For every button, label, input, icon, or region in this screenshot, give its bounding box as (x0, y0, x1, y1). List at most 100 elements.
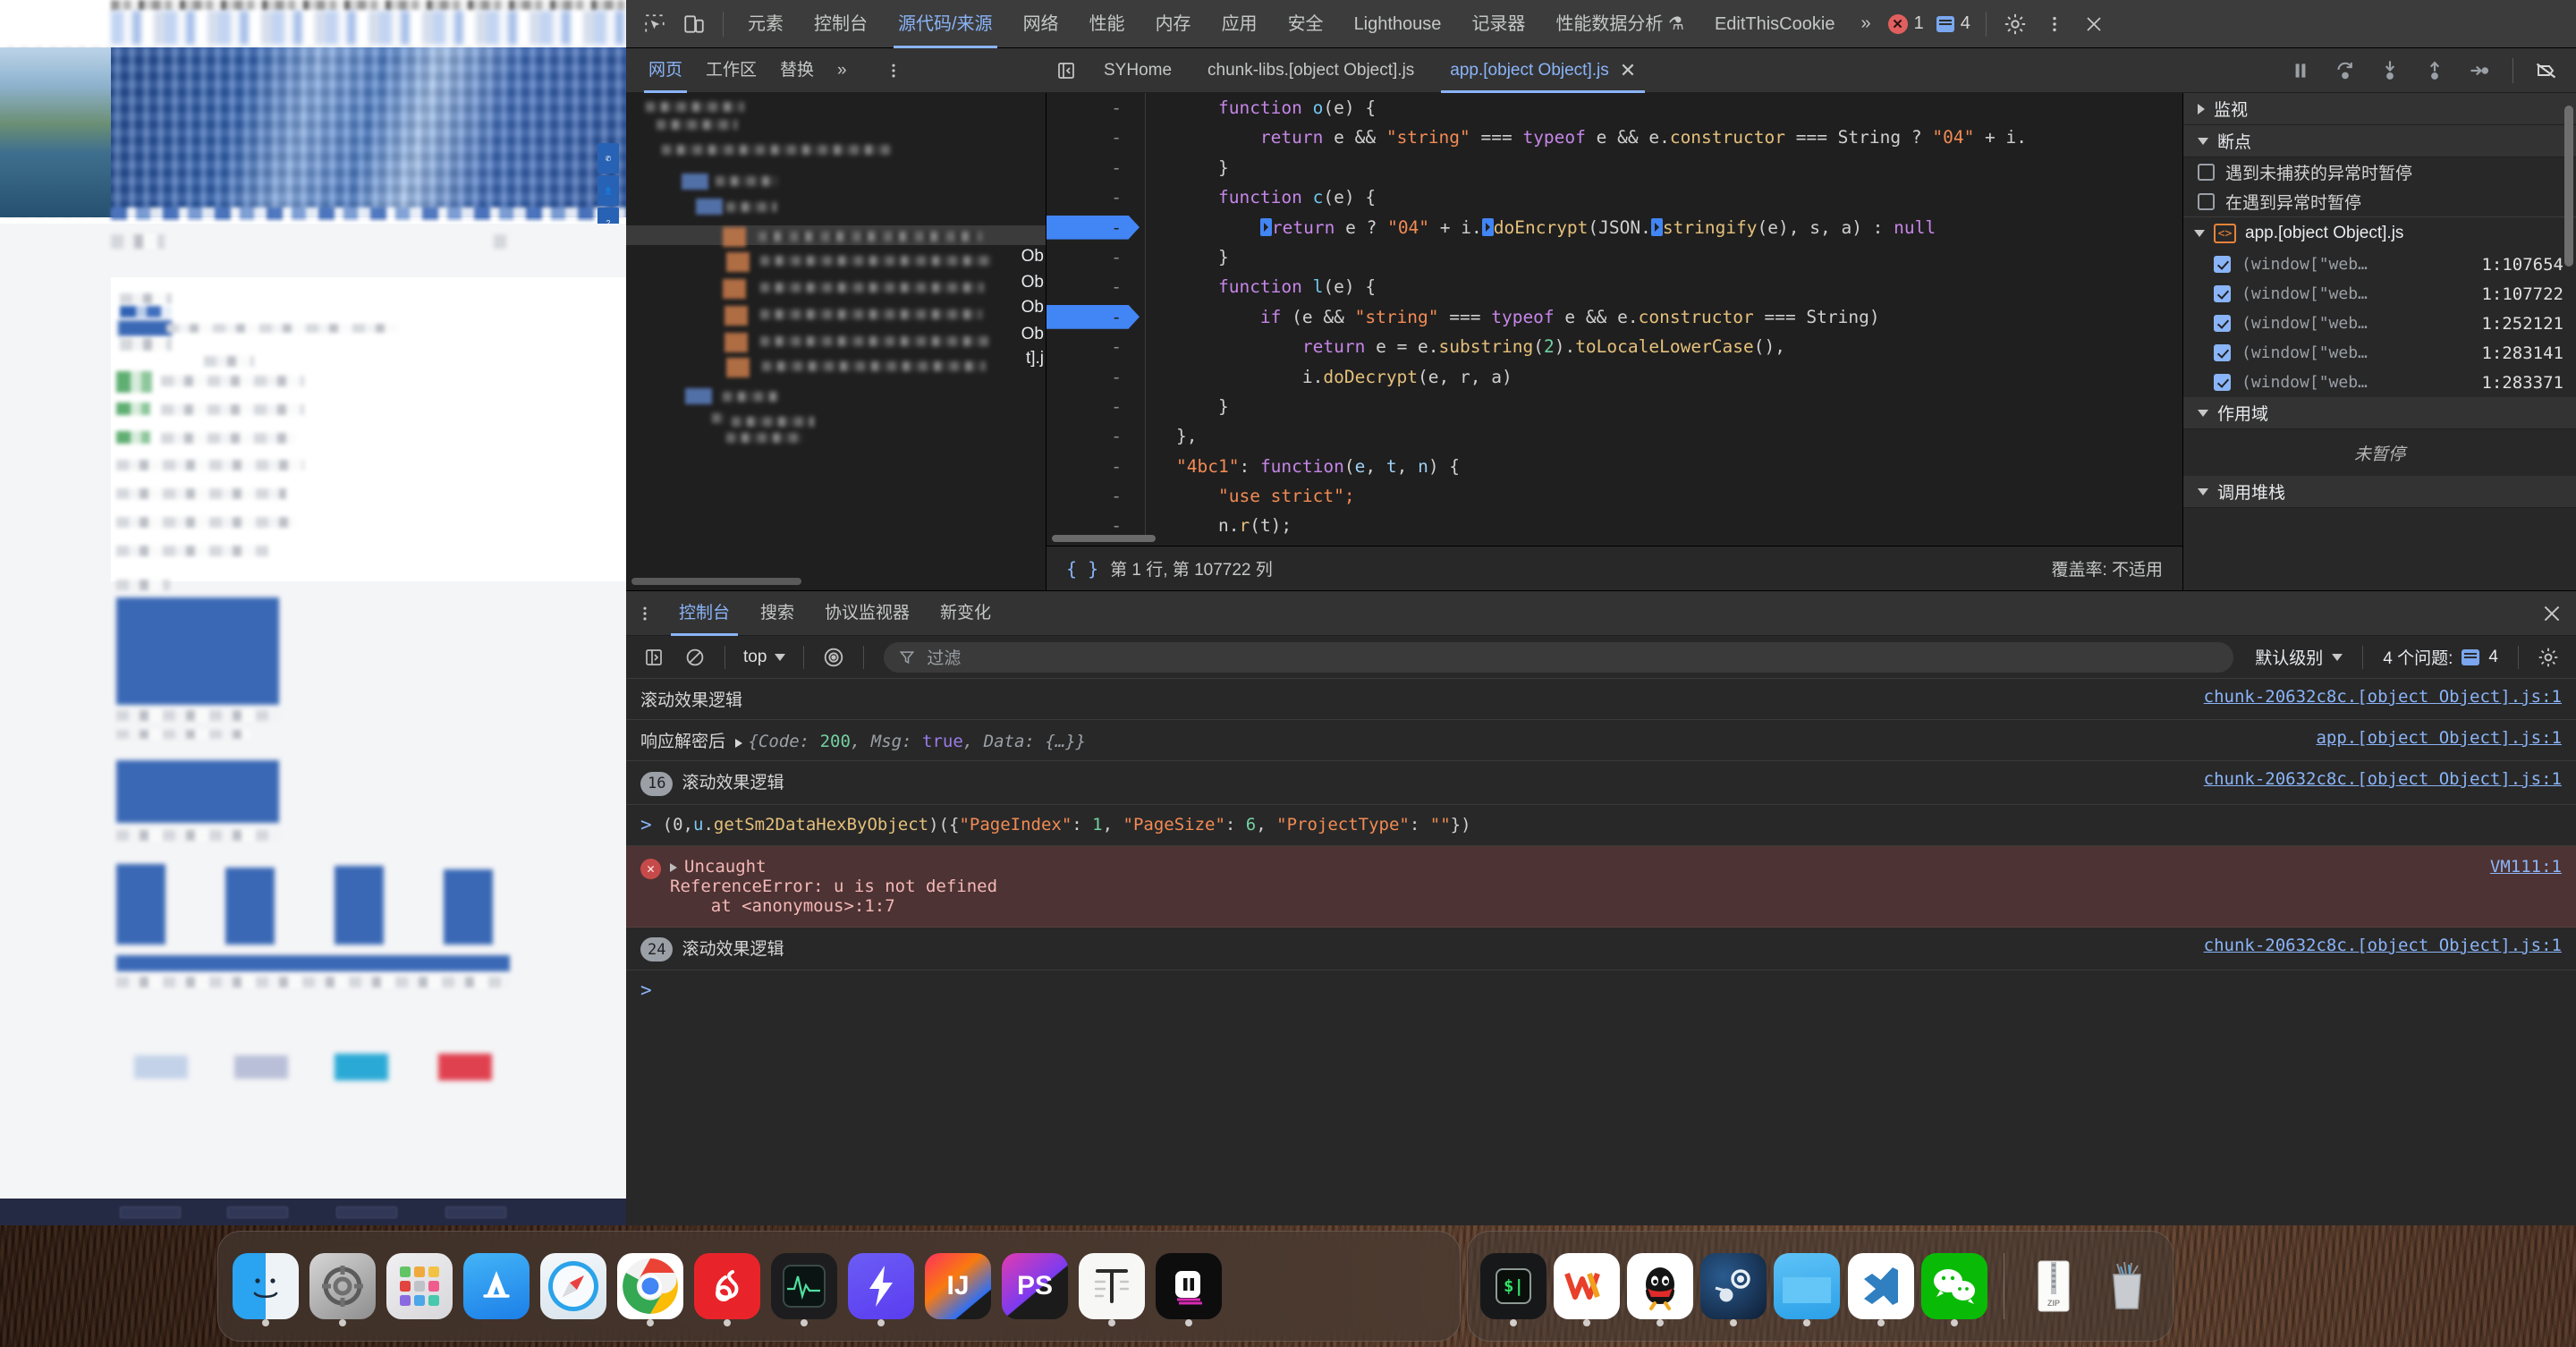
navigator-more-icon[interactable] (875, 51, 912, 90)
breakpoint-file-row[interactable]: <> app.[object Object].js (2183, 217, 2576, 250)
dock-left[interactable]: IJ PS (217, 1231, 1461, 1342)
expand-arrow-icon[interactable] (735, 739, 743, 748)
file-tab-1[interactable]: chunk-libs.[object Object].js (1190, 48, 1432, 93)
sidebar-phone-button[interactable]: ✆ (597, 143, 619, 174)
dock-item-safari[interactable] (538, 1243, 608, 1329)
browser-page-content[interactable]: ✆ 👤 ? (0, 0, 626, 1225)
breakpoint-checkbox[interactable] (2214, 285, 2231, 302)
line-number-gutter[interactable]: --------------- (1046, 93, 1145, 541)
code-editor[interactable]: --------------- function o(e) { return e… (1046, 93, 2182, 590)
dock-item-qq[interactable] (1627, 1243, 1694, 1329)
breakpoint-checkbox[interactable] (2214, 315, 2231, 332)
breakpoints-section-header[interactable]: 断点 (2183, 125, 2576, 157)
gutter-line[interactable]: - (1046, 481, 1145, 511)
gutter-line[interactable]: - (1046, 213, 1145, 242)
log-level-selector[interactable]: 默认级别 (2246, 645, 2351, 669)
dock-right[interactable]: $| ZIP (1467, 1231, 2174, 1342)
dock-item-app-store[interactable] (462, 1243, 531, 1329)
tab-11[interactable]: EditThisCookie (1699, 0, 1851, 48)
gutter-line[interactable]: - (1046, 452, 1145, 481)
code-scroll-area[interactable]: --------------- function o(e) { return e… (1046, 93, 2182, 546)
dock-item-vs-code[interactable] (1847, 1243, 1914, 1329)
breakpoint-row[interactable]: (window["web… 1:107722 (2183, 279, 2576, 309)
pause-caught-row[interactable]: 在遇到异常时暂停 (2183, 187, 2576, 216)
log-object[interactable]: {Code: 200, Msg: true, Data: {…}} (748, 732, 1086, 751)
dock-item-finder[interactable] (231, 1243, 301, 1329)
tab-8[interactable]: Lighthouse (1339, 0, 1457, 48)
console-source-link[interactable]: chunk-20632c8c.[object Object].js:1 (2188, 769, 2562, 789)
step-out-button[interactable] (2414, 51, 2455, 90)
code-line[interactable]: "use strict"; (1176, 481, 2182, 511)
breakpoint-row[interactable]: (window["web… 1:252121 (2183, 309, 2576, 338)
tab-5[interactable]: 内存 (1140, 0, 1207, 48)
code-text[interactable]: function o(e) { return e && "string" ===… (1146, 93, 2182, 541)
code-line[interactable]: } (1176, 242, 2182, 272)
gutter-line[interactable]: - (1046, 182, 1145, 212)
pause-resume-button[interactable] (2280, 51, 2321, 90)
execution-context-selector[interactable]: top (736, 648, 792, 667)
gutter-line[interactable]: - (1046, 93, 1145, 123)
code-line[interactable]: } (1176, 392, 2182, 421)
gutter-line[interactable]: - (1046, 421, 1145, 451)
console-log-message[interactable]: 响应解密后 {Code: 200, Msg: true, Data: {…}} a… (626, 720, 2576, 761)
console-source-link[interactable]: app.[object Object].js:1 (2300, 728, 2562, 748)
dock-item-folder[interactable] (1774, 1243, 1841, 1329)
gutter-line[interactable]: - (1046, 272, 1145, 301)
pause-uncaught-checkbox[interactable] (2198, 164, 2215, 181)
drawer-kebab-icon[interactable] (626, 594, 664, 633)
tab-7[interactable]: 安全 (1273, 0, 1339, 48)
dock-item-trash[interactable] (2094, 1243, 2160, 1329)
drawer-tab-3[interactable]: 新变化 (925, 591, 1006, 636)
console-log-message[interactable]: 滚动效果逻辑 chunk-20632c8c.[object Object].js:… (626, 679, 2576, 720)
drawer-tab-2[interactable]: 协议监视器 (809, 591, 925, 636)
gear-icon[interactable] (1996, 4, 2035, 44)
dock-item-steam[interactable] (1700, 1243, 1767, 1329)
console-sidebar-icon[interactable] (635, 640, 673, 675)
breakpoint-row[interactable]: (window["web… 1:107654 (2183, 250, 2576, 279)
code-line[interactable]: return e ? "04" + i. doEncrypt(JSON. strin… (1176, 213, 2182, 242)
code-line[interactable]: "4bc1": function(e, t, n) { (1176, 452, 2182, 481)
gutter-line[interactable]: - (1046, 392, 1145, 421)
dock-item-obs-studio[interactable] (1154, 1243, 1224, 1329)
dock-item-intellij-idea[interactable]: IJ (923, 1243, 993, 1329)
gutter-line[interactable]: - (1046, 302, 1145, 332)
live-expression-icon[interactable] (815, 640, 852, 675)
close-icon[interactable] (2074, 4, 2114, 44)
gutter-line[interactable]: - (1046, 332, 1145, 361)
dock-item-activity-monitor[interactable] (769, 1243, 839, 1329)
pause-caught-checkbox[interactable] (2198, 193, 2215, 210)
console-source-link[interactable]: VM111:1 (2474, 857, 2562, 877)
gutter-line[interactable]: - (1046, 153, 1145, 182)
console-settings-gear-icon[interactable] (2529, 640, 2567, 675)
dock-item-wps-office[interactable] (1554, 1243, 1621, 1329)
show-navigator-icon[interactable] (1046, 51, 1086, 90)
breakpoint-checkbox[interactable] (2214, 256, 2231, 273)
file-tab-close-icon[interactable]: ✕ (1620, 48, 1636, 93)
file-tab-0[interactable]: SYHome (1086, 48, 1190, 93)
pretty-print-icon[interactable]: { } (1066, 558, 1098, 580)
console-source-link[interactable]: chunk-20632c8c.[object Object].js:1 (2188, 687, 2562, 707)
dock-item-system-settings[interactable] (308, 1243, 377, 1329)
footer-select[interactable] (336, 1207, 397, 1218)
code-line[interactable]: i.doDecrypt(e, r, a) (1176, 362, 2182, 392)
code-line[interactable]: n.r(t); (1176, 511, 2182, 540)
tab-10[interactable]: 性能数据分析 ⚗ (1540, 0, 1699, 48)
drawer-close-icon[interactable] (2528, 591, 2576, 636)
step-button[interactable] (2459, 51, 2500, 90)
error-badge[interactable]: ✕ 1 (1882, 13, 1930, 34)
file-tab-2[interactable]: app.[object Object].js ✕ (1432, 48, 1654, 93)
navigator-scrollbar[interactable] (631, 578, 801, 585)
drawer-tab-0[interactable]: 控制台 (664, 591, 745, 636)
scope-section-header[interactable]: 作用域 (2183, 397, 2576, 429)
editor-scrollbar[interactable] (1052, 535, 1156, 542)
dock-item-typora[interactable] (1077, 1243, 1147, 1329)
overflow-tabs-button[interactable]: » (1850, 13, 1881, 34)
console-filter-input[interactable]: 过滤 (884, 641, 2234, 673)
dock-item-terminal[interactable]: $| (1480, 1243, 1547, 1329)
navigator-tab-2[interactable]: 替换 (768, 48, 826, 93)
code-line[interactable]: function o(e) { (1176, 93, 2182, 123)
code-line[interactable]: if (e && "string" === typeof e && e.cons… (1176, 302, 2182, 332)
inline-breakpoint-icon[interactable] (1481, 217, 1494, 236)
issues-indicator[interactable]: 4 个问题: 4 (2374, 645, 2507, 669)
console-message-list[interactable]: 滚动效果逻辑 chunk-20632c8c.[object Object].js:… (626, 679, 2576, 1225)
